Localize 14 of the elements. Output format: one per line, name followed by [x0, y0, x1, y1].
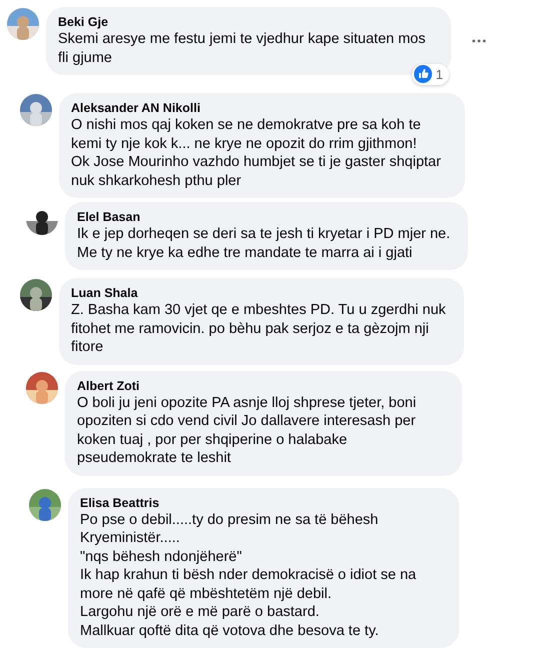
- comment-text: Ik e jep dorheqen se deri sa te jesh ti kryetar i PD mjer ne. Me ty ne krye ka edhe tre mandate te marra ai i gjati: [77, 225, 452, 262]
- author-name[interactable]: Luan Shala: [71, 285, 452, 301]
- comment-text: O boli ju jeni opozite PA asnje lloj shprese tjeter, boni opoziten si cdo vend civil Jo dallavere interesash per koken tuaj , por per shqiperine o halabake pseudemokrate te leshit: [77, 394, 418, 468]
- author-name[interactable]: Aleksander AN Nikolli: [71, 100, 453, 116]
- more-icon: [472, 39, 486, 43]
- reaction-count[interactable]: 1: [412, 64, 449, 85]
- thumbs-up-icon: [414, 65, 432, 84]
- author-name[interactable]: Elisa Beattris: [80, 494, 447, 510]
- author-name[interactable]: Elel Basan: [77, 209, 456, 225]
- author-name[interactable]: Albert Zoti: [77, 378, 450, 394]
- comment-text: Z. Basha kam 30 vjet qe e mbeshtes PD. Tu u zgerdhi nuk fitohet me ramovicin. po bèhu pak serjoz e ta gèzojm nji fitore: [71, 301, 447, 356]
- comment-text: Po pse o debil.....ty do presim ne sa të bëhesh Kryeministër..... "nqs bëhesh ndonjëherë" Ik hap krahun ti bësh nder demokracisë o idiot se na more në qafë që mbështetëm një debil. Largohu një orë e më parë o bastard. Mallkuar qoftë dita që votova dhe besova te ty.: [80, 510, 418, 640]
- comment-text: O nishi mos qaj koken se ne demokratve pre sa koh te kemi ty nje kok k... ne krye ne opozit do rrim gjithmon! Ok Jose Mourinho vazhdo humbjet se ti je gaster shqiptar nuk shkarkohesh pthu pler: [71, 116, 442, 190]
- author-name[interactable]: Beki Gje: [58, 14, 439, 30]
